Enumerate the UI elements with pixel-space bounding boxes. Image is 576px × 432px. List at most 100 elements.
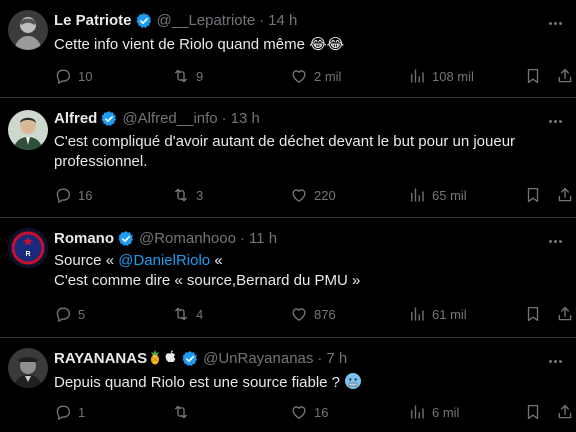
apple-logo-icon <box>164 349 177 369</box>
retweet-count: 3 <box>196 187 204 203</box>
bookmark-icon <box>524 186 542 204</box>
tweet-text: Source « @DanielRiolo « C'est comme dire… <box>54 252 361 289</box>
views-icon <box>408 186 426 204</box>
bookmark-button[interactable] <box>524 185 542 205</box>
svg-text:R: R <box>25 251 30 258</box>
retweet-icon <box>172 67 190 85</box>
display-name[interactable]: RAYANANAS <box>54 349 147 369</box>
separator: · <box>317 350 323 367</box>
reply-count: 5 <box>78 306 86 322</box>
tweet[interactable]: RAYANANAS @UnRayananas · 7 h Depuis quan… <box>0 338 576 432</box>
share-icon <box>556 67 574 85</box>
action-bar: 10 9 2 mil 108 mil <box>54 66 564 86</box>
reply-icon <box>54 186 72 204</box>
views-button[interactable]: 65 mil <box>408 185 467 205</box>
verified-badge-icon <box>181 350 199 368</box>
view-count: 6 mil <box>432 404 460 420</box>
share-button[interactable] <box>556 66 574 86</box>
more-icon[interactable] <box>546 232 564 250</box>
avatar[interactable] <box>8 10 48 50</box>
reply-button[interactable]: 16 <box>54 185 92 205</box>
retweet-icon <box>172 186 190 204</box>
separator: · <box>221 110 227 127</box>
verified-badge-icon <box>135 12 153 30</box>
bookmark-button[interactable] <box>524 402 542 422</box>
tweet[interactable]: Le Patriote @__Lepatriote · 14 h Cette i… <box>0 0 576 98</box>
share-button[interactable] <box>556 304 574 324</box>
more-icon[interactable] <box>546 112 564 130</box>
display-name[interactable]: Romano <box>54 229 114 249</box>
tweet-text: Cette info vient de Riolo quand même 😂😂 <box>54 36 345 53</box>
pineapple-emoji-icon <box>148 349 162 370</box>
reply-count: 10 <box>78 68 93 84</box>
avatar[interactable] <box>8 110 48 150</box>
reply-button[interactable]: 10 <box>54 66 92 86</box>
retweet-button[interactable]: 3 <box>172 185 203 205</box>
share-icon <box>556 305 574 323</box>
tweet[interactable]: R Romano @Romanhooo · 11 h Source « @Dan… <box>0 218 576 338</box>
share-icon <box>556 186 574 204</box>
like-count: 876 <box>314 306 336 322</box>
view-count: 108 mil <box>432 68 474 84</box>
user-handle[interactable]: @Alfred__info <box>122 109 217 129</box>
bookmark-icon <box>524 403 542 421</box>
like-button[interactable]: 16 <box>290 402 328 422</box>
retweet-button[interactable]: 4 <box>172 304 203 324</box>
retweet-icon <box>172 403 190 421</box>
heart-icon <box>290 186 308 204</box>
reply-count: 16 <box>78 187 93 203</box>
display-name[interactable]: Alfred <box>54 109 97 129</box>
reply-icon <box>54 67 72 85</box>
cold-face-emoji-icon <box>345 373 362 389</box>
views-button[interactable]: 6 mil <box>408 402 459 422</box>
views-icon <box>408 67 426 85</box>
like-count: 16 <box>314 404 329 420</box>
reply-count: 1 <box>78 404 86 420</box>
bookmark-button[interactable] <box>524 304 542 324</box>
timestamp[interactable]: 14 h <box>268 11 297 31</box>
like-button[interactable]: 220 <box>290 185 336 205</box>
heart-icon <box>290 305 308 323</box>
display-name[interactable]: Le Patriote <box>54 11 132 31</box>
user-handle[interactable]: @Romanhooo <box>139 229 236 249</box>
separator: · <box>259 12 265 29</box>
timestamp[interactable]: 13 h <box>231 109 260 129</box>
like-count: 2 mil <box>314 68 342 84</box>
tweet-text: Depuis quand Riolo est une source fiable… <box>54 372 554 393</box>
retweet-count: 4 <box>196 306 204 322</box>
timestamp[interactable]: 11 h <box>249 229 277 249</box>
view-count: 61 mil <box>432 306 467 322</box>
avatar[interactable] <box>8 348 48 388</box>
timestamp[interactable]: 7 h <box>326 349 347 369</box>
like-count: 220 <box>314 187 336 203</box>
reply-button[interactable]: 5 <box>54 304 85 324</box>
more-icon[interactable] <box>546 14 564 32</box>
reply-icon <box>54 305 72 323</box>
separator: · <box>239 230 245 247</box>
like-button[interactable]: 2 mil <box>290 66 341 86</box>
reply-button[interactable]: 1 <box>54 402 85 422</box>
action-bar: 5 4 876 61 mil <box>54 304 564 324</box>
views-icon <box>408 305 426 323</box>
verified-badge-icon <box>100 110 118 128</box>
verified-badge-icon <box>117 230 135 248</box>
views-button[interactable]: 108 mil <box>408 66 474 86</box>
mention-link[interactable]: @DanielRiolo <box>118 252 210 269</box>
retweet-button[interactable]: 9 <box>172 66 203 86</box>
reply-icon <box>54 403 72 421</box>
more-icon[interactable] <box>546 352 564 370</box>
retweet-button[interactable] <box>172 402 196 422</box>
share-icon <box>556 403 574 421</box>
user-handle[interactable]: @__Lepatriote <box>157 11 256 31</box>
like-button[interactable]: 876 <box>290 304 336 324</box>
share-button[interactable] <box>556 185 574 205</box>
bookmark-button[interactable] <box>524 66 542 86</box>
tweet[interactable]: Alfred @Alfred__info · 13 h C'est compli… <box>0 98 576 218</box>
share-button[interactable] <box>556 402 574 422</box>
avatar[interactable]: R <box>8 228 48 268</box>
user-handle[interactable]: @UnRayananas <box>203 349 313 369</box>
tweet-text: C'est compliqué d'avoir autant de déchet… <box>54 133 516 170</box>
views-button[interactable]: 61 mil <box>408 304 467 324</box>
retweet-icon <box>172 305 190 323</box>
action-bar: 1 16 6 mil <box>54 402 564 422</box>
